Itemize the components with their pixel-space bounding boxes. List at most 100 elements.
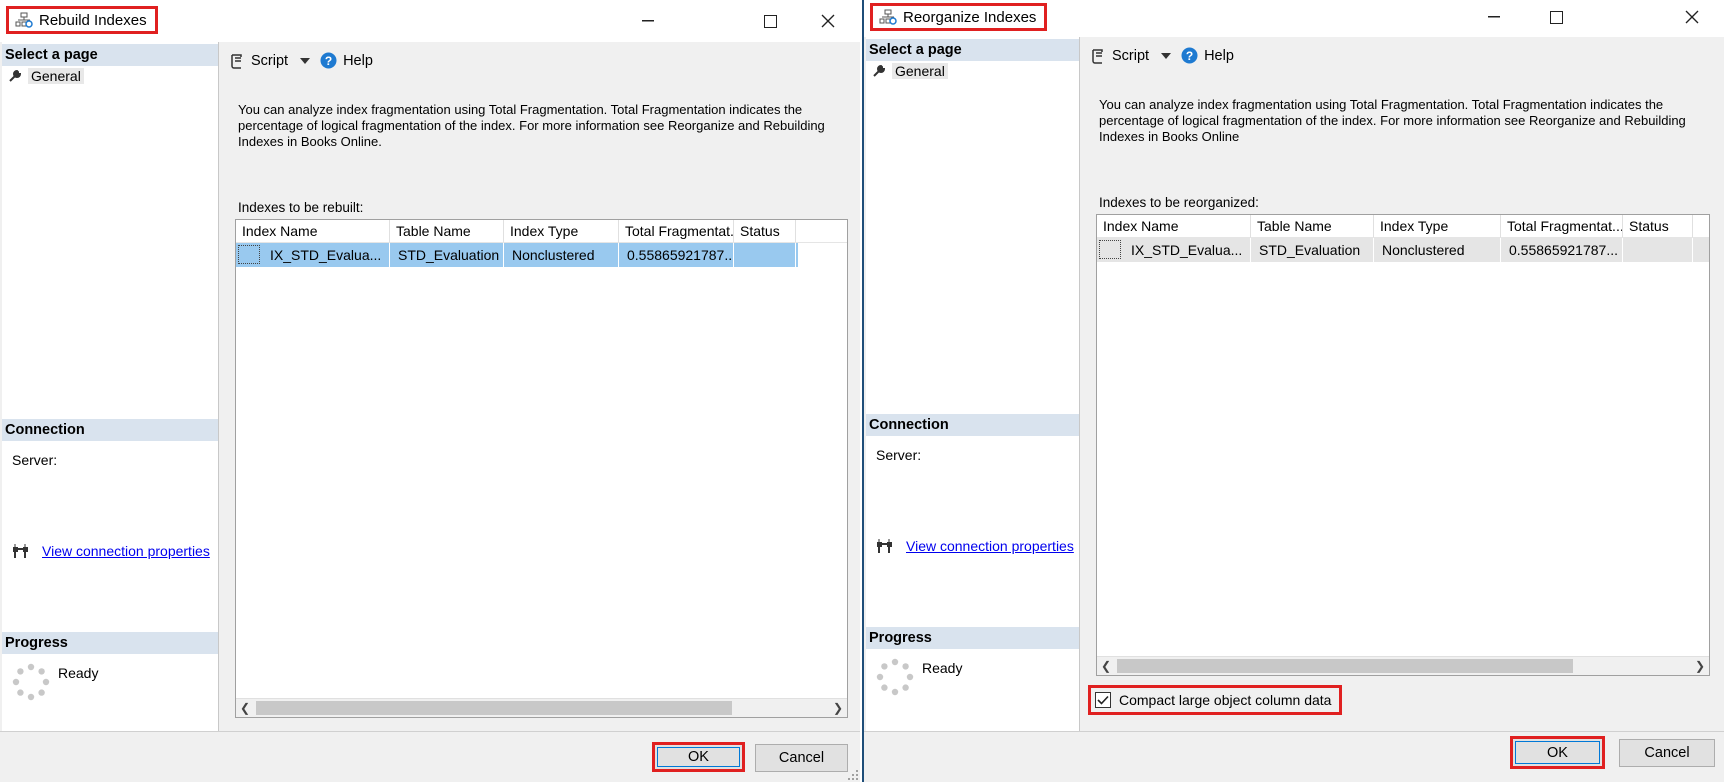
title-highlight-box: Reorganize Indexes (870, 3, 1048, 31)
toolbar: Script ? Help (1090, 47, 1244, 64)
index-icon (15, 12, 33, 28)
column-header-index-name[interactable]: Index Name (236, 220, 390, 242)
description-text: You can analyze index fragmentation usin… (238, 102, 825, 149)
column-header-table-name[interactable]: Table Name (1251, 215, 1374, 237)
help-label: Help (1204, 47, 1234, 64)
progress-status-text: Ready (58, 665, 99, 681)
help-icon: ? (320, 52, 337, 69)
column-header-table-name[interactable]: Table Name (390, 220, 504, 242)
progress-header: Progress (866, 627, 1079, 649)
scroll-thumb[interactable] (256, 701, 732, 715)
reorganize-indexes-dialog: Reorganize Indexes Select a page General… (862, 0, 1724, 782)
sidebar: Select a page General Connection Server:… (866, 37, 1080, 732)
column-header-fragmentation[interactable]: Total Fragmentat... (1501, 215, 1623, 237)
page-item-general[interactable]: General (872, 63, 948, 79)
minimize-button[interactable] (628, 6, 668, 36)
wrench-icon (873, 64, 886, 77)
cell-fragmentation: 0.55865921787... (619, 243, 734, 267)
progress-status: Ready (12, 663, 98, 701)
script-button[interactable]: Script (1090, 47, 1172, 64)
cell-index-name: IX_STD_Evalua... (262, 243, 390, 267)
cancel-label: Cancel (778, 750, 825, 766)
horizontal-scrollbar[interactable]: ❮ ❯ (236, 698, 847, 717)
column-header-status[interactable]: Status (734, 220, 796, 242)
scroll-right-icon[interactable]: ❯ (829, 699, 847, 717)
cancel-button[interactable]: Cancel (1619, 739, 1715, 767)
toolbar: Script ? Help (229, 52, 383, 69)
help-button[interactable]: ? Help (1181, 47, 1234, 64)
table-row[interactable]: IX_STD_Evalua... STD_Evaluation Nonclust… (1097, 238, 1709, 262)
cell-fragmentation: 0.55865921787... (1501, 238, 1623, 262)
view-connection-properties[interactable]: View connection properties (12, 543, 210, 559)
column-header-index-type[interactable]: Index Type (1374, 215, 1501, 237)
minimize-icon (1488, 16, 1500, 18)
row-selector[interactable] (238, 245, 260, 264)
svg-text:?: ? (325, 54, 332, 68)
compact-checkbox-box[interactable] (1095, 692, 1111, 708)
grid-label: Indexes to be reorganized: (1099, 195, 1259, 210)
index-icon (879, 9, 897, 25)
connection-header: Connection (866, 414, 1079, 436)
row-selector[interactable] (1099, 240, 1121, 259)
script-icon (1092, 48, 1103, 64)
cell-index-name: IX_STD_Evalua... (1123, 238, 1251, 262)
ok-button[interactable]: OK (1510, 736, 1605, 769)
page-item-label: General (28, 68, 84, 84)
server-label: Server: (12, 452, 58, 468)
column-header-index-name[interactable]: Index Name (1097, 215, 1251, 237)
server-label: Server: (876, 447, 922, 463)
script-label: Script (1112, 47, 1150, 64)
progress-spinner-icon (876, 658, 914, 696)
scroll-right-icon[interactable]: ❯ (1691, 657, 1709, 675)
horizontal-scrollbar[interactable]: ❮ ❯ (1097, 656, 1709, 675)
scroll-left-icon[interactable]: ❮ (1097, 657, 1115, 675)
progress-spinner-icon (12, 663, 50, 701)
help-button[interactable]: ? Help (320, 52, 373, 69)
main-panel: Script ? Help You can analyze index frag… (219, 42, 860, 732)
dialog-footer: OK Cancel (0, 731, 860, 782)
indexes-grid[interactable]: Index Name Table Name Index Type Total F… (235, 219, 848, 718)
script-button[interactable]: Script (229, 52, 311, 69)
ok-label: OK (688, 749, 709, 765)
select-page-header: Select a page (866, 39, 1079, 61)
title-highlight-box: Rebuild Indexes (6, 6, 158, 34)
chevron-down-icon[interactable] (300, 57, 311, 64)
cell-table-name: STD_Evaluation (390, 243, 504, 267)
select-page-header: Select a page (2, 44, 218, 66)
maximize-button[interactable] (1536, 2, 1576, 32)
view-connection-properties[interactable]: View connection properties (876, 538, 1074, 554)
cell-status (734, 243, 796, 267)
indexes-grid[interactable]: Index Name Table Name Index Type Total F… (1096, 214, 1710, 676)
column-header-fragmentation[interactable]: Total Fragmentat... (619, 220, 734, 242)
grid-header: Index Name Table Name Index Type Total F… (1097, 215, 1709, 238)
main-panel: Script ? Help You can analyze index frag… (1080, 37, 1724, 732)
help-label: Help (343, 52, 373, 69)
script-label: Script (251, 52, 289, 69)
maximize-icon (763, 14, 777, 28)
minimize-button[interactable] (1474, 2, 1514, 32)
scroll-thumb[interactable] (1117, 659, 1573, 673)
cell-status (1623, 238, 1693, 262)
page-item-general[interactable]: General (8, 68, 84, 84)
grid-header: Index Name Table Name Index Type Total F… (236, 220, 847, 243)
view-connection-link[interactable]: View connection properties (906, 538, 1074, 554)
ok-button[interactable]: OK (652, 742, 745, 772)
cancel-button[interactable]: Cancel (755, 744, 848, 772)
close-button[interactable] (808, 6, 848, 36)
maximize-icon (1549, 10, 1563, 24)
table-row[interactable]: IX_STD_Evalua... STD_Evaluation Nonclust… (236, 243, 798, 267)
resize-grip-icon[interactable] (848, 770, 858, 780)
chevron-down-icon[interactable] (1161, 52, 1172, 59)
close-button[interactable] (1672, 2, 1712, 32)
cell-index-type: Nonclustered (1374, 238, 1501, 262)
compact-lob-checkbox[interactable]: Compact large object column data (1088, 685, 1343, 715)
minimize-icon (642, 20, 654, 22)
scroll-left-icon[interactable]: ❮ (236, 699, 254, 717)
compact-checkbox-label: Compact large object column data (1119, 692, 1332, 708)
title-bar: Rebuild Indexes (0, 0, 860, 42)
title-bar: Reorganize Indexes (864, 0, 1724, 37)
maximize-button[interactable] (750, 6, 790, 36)
column-header-index-type[interactable]: Index Type (504, 220, 619, 242)
view-connection-link[interactable]: View connection properties (42, 543, 210, 559)
column-header-status[interactable]: Status (1623, 215, 1693, 237)
